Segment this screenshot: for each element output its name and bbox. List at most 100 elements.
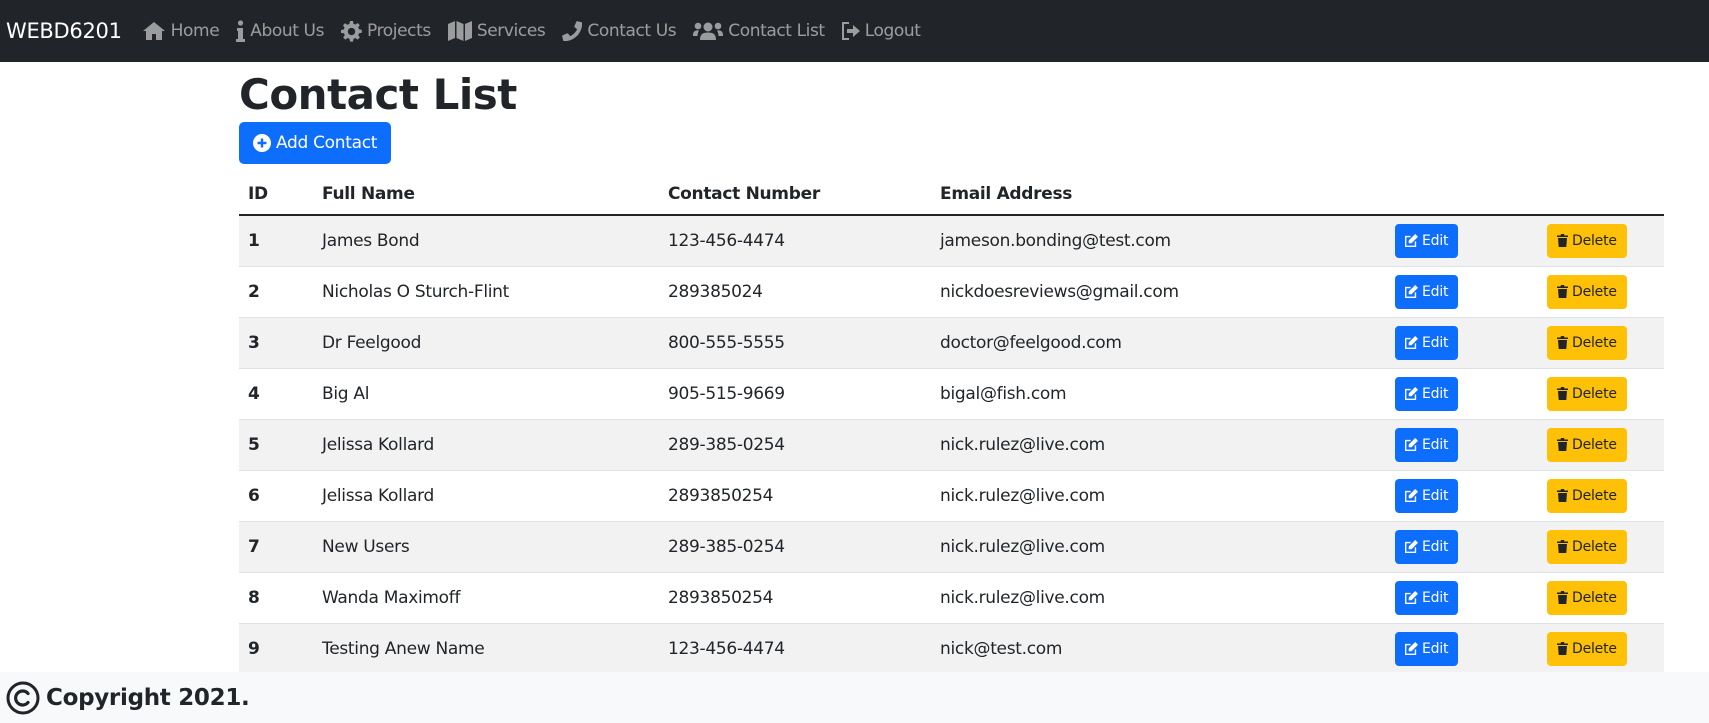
trash-icon xyxy=(1557,285,1568,298)
phone-icon xyxy=(562,21,583,41)
trash-icon xyxy=(1557,387,1568,400)
cell-delete: Delete xyxy=(1538,215,1664,267)
trash-icon xyxy=(1557,642,1568,655)
edit-label: Edit xyxy=(1422,640,1449,657)
cell-contact-number: 289-385-0254 xyxy=(659,419,931,471)
cell-id: 2 xyxy=(239,266,313,318)
edit-button[interactable]: Edit xyxy=(1395,325,1459,360)
edit-button[interactable]: Edit xyxy=(1395,376,1459,411)
nav-link-about[interactable]: About Us xyxy=(236,20,324,42)
cell-delete: Delete xyxy=(1538,419,1664,471)
navbar-brand[interactable]: WEBD6201 xyxy=(6,19,122,43)
delete-button[interactable]: Delete xyxy=(1547,580,1627,615)
edit-button[interactable]: Edit xyxy=(1395,529,1459,564)
edit-button[interactable]: Edit xyxy=(1395,223,1459,258)
delete-button[interactable]: Delete xyxy=(1547,376,1627,411)
edit-button[interactable]: Edit xyxy=(1395,274,1459,309)
gear-icon xyxy=(341,20,362,42)
table-row: 7 New Users 289-385-0254 nick.rulez@live.co… xyxy=(239,521,1664,573)
cell-id: 4 xyxy=(239,368,313,420)
edit-icon xyxy=(1405,489,1418,502)
edit-icon xyxy=(1405,336,1418,349)
delete-button[interactable]: Delete xyxy=(1547,478,1627,513)
header-contact-number: Contact Number xyxy=(659,174,931,216)
cell-contact-number: 289385024 xyxy=(659,266,931,318)
trash-icon xyxy=(1557,234,1568,248)
edit-label: Edit xyxy=(1422,385,1449,402)
page-title: Contact List xyxy=(239,70,517,119)
edit-icon xyxy=(1405,438,1418,451)
delete-button[interactable]: Delete xyxy=(1547,223,1627,258)
users-icon xyxy=(693,22,724,40)
delete-label: Delete xyxy=(1572,436,1617,453)
cell-email: nickdoesreviews@gmail.com xyxy=(931,266,1386,318)
nav-link-label: Logout xyxy=(864,21,921,41)
table-row: 2 Nicholas O Sturch-Flint 289385024 nickdoe… xyxy=(239,266,1664,318)
table-row: 1 James Bond 123-456-4474 jameson.bonding@t… xyxy=(239,215,1664,267)
edit-button[interactable]: Edit xyxy=(1395,427,1459,462)
footer: Copyright 2021. xyxy=(0,672,1709,723)
cell-edit: Edit xyxy=(1386,470,1538,522)
cell-delete: Delete xyxy=(1538,572,1664,624)
edit-button[interactable]: Edit xyxy=(1395,478,1459,513)
cell-contact-number: 800-555-5555 xyxy=(659,317,931,369)
cell-delete: Delete xyxy=(1538,317,1664,369)
nav-link-contact[interactable]: Contact Us xyxy=(562,21,677,41)
nav-link-projects[interactable]: Projects xyxy=(341,20,431,42)
delete-button[interactable]: Delete xyxy=(1547,631,1627,666)
copyright-icon xyxy=(6,681,40,714)
edit-label: Edit xyxy=(1422,283,1449,300)
edit-icon xyxy=(1405,591,1418,604)
edit-label: Edit xyxy=(1422,436,1449,453)
header-edit xyxy=(1386,174,1538,216)
header-id: ID xyxy=(239,174,313,216)
edit-label: Edit xyxy=(1422,538,1449,555)
map-icon xyxy=(447,21,472,41)
cell-id: 5 xyxy=(239,419,313,471)
delete-button[interactable]: Delete xyxy=(1547,274,1627,309)
cell-full-name: New Users xyxy=(313,521,659,573)
edit-button[interactable]: Edit xyxy=(1395,631,1459,666)
edit-label: Edit xyxy=(1422,232,1449,249)
cell-id: 7 xyxy=(239,521,313,573)
cell-edit: Edit xyxy=(1386,266,1538,318)
cell-contact-number: 905-515-9669 xyxy=(659,368,931,420)
header-full-name: Full Name xyxy=(313,174,659,216)
edit-button[interactable]: Edit xyxy=(1395,580,1459,615)
delete-button[interactable]: Delete xyxy=(1547,325,1627,360)
add-contact-button[interactable]: Add Contact xyxy=(239,122,392,164)
delete-label: Delete xyxy=(1572,589,1617,606)
trash-icon xyxy=(1557,336,1568,349)
cell-full-name: Wanda Maximoff xyxy=(313,572,659,624)
edit-label: Edit xyxy=(1422,334,1449,351)
cell-full-name: Big Al xyxy=(313,368,659,420)
nav-link-logout[interactable]: Logout xyxy=(841,21,921,41)
nav-link-home[interactable]: Home xyxy=(142,21,220,41)
cell-contact-number: 123-456-4474 xyxy=(659,623,931,675)
table-row: 3 Dr Feelgood 800-555-5555 doctor@feelgood.… xyxy=(239,317,1664,369)
trash-icon xyxy=(1557,540,1568,553)
nav-link-label: Contact List xyxy=(728,21,825,41)
cell-contact-number: 2893850254 xyxy=(659,470,931,522)
delete-button[interactable]: Delete xyxy=(1547,529,1627,564)
nav-link-services[interactable]: Services xyxy=(447,21,546,41)
nav-links: Home About Us Projects Services Contact … xyxy=(142,20,938,42)
cell-contact-number: 289-385-0254 xyxy=(659,521,931,573)
header-email: Email Address xyxy=(931,174,1386,216)
header-delete xyxy=(1538,174,1664,216)
nav-link-label: Home xyxy=(170,21,220,41)
delete-button[interactable]: Delete xyxy=(1547,427,1627,462)
edit-icon xyxy=(1405,387,1418,400)
table-header-row: ID Full Name Contact Number Email Addres… xyxy=(239,174,1664,216)
nav-link-contact-list[interactable]: Contact List xyxy=(693,21,825,41)
cell-delete: Delete xyxy=(1538,470,1664,522)
table-row: 6 Jelissa Kollard 2893850254 nick.rulez@liv… xyxy=(239,470,1664,522)
trash-icon xyxy=(1557,489,1568,502)
sign-out-icon xyxy=(841,22,860,40)
edit-icon xyxy=(1405,642,1418,655)
navbar: WEBD6201 Home About Us Projects Services… xyxy=(0,0,1709,62)
delete-label: Delete xyxy=(1572,283,1617,300)
cell-full-name: Jelissa Kollard xyxy=(313,470,659,522)
cell-full-name: Jelissa Kollard xyxy=(313,419,659,471)
cell-email: nick.rulez@live.com xyxy=(931,470,1386,522)
